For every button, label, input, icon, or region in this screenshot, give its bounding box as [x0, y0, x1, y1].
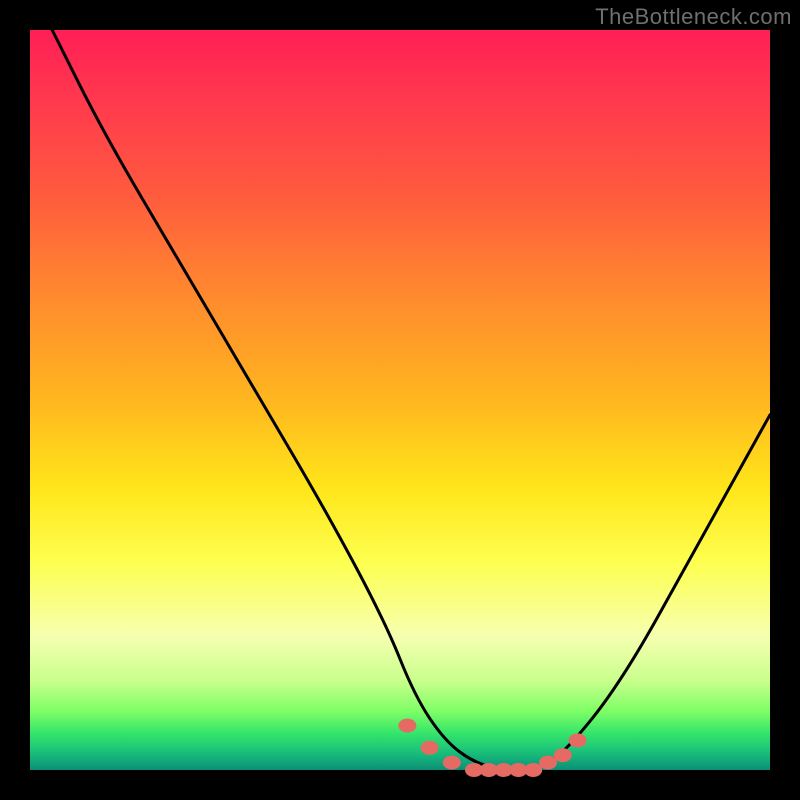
optimal-dot [554, 748, 572, 762]
chart-svg-overlay [30, 30, 770, 770]
chart-frame: TheBottleneck.com [0, 0, 800, 800]
optimal-dot [524, 763, 542, 777]
optimal-dot [569, 733, 587, 747]
bottleneck-curve [52, 30, 770, 770]
optimal-dot [443, 756, 461, 770]
optimal-range-dots [398, 719, 586, 777]
optimal-dot [539, 756, 557, 770]
watermark-text: TheBottleneck.com [595, 4, 792, 30]
optimal-dot [398, 719, 416, 733]
optimal-dot [421, 741, 439, 755]
